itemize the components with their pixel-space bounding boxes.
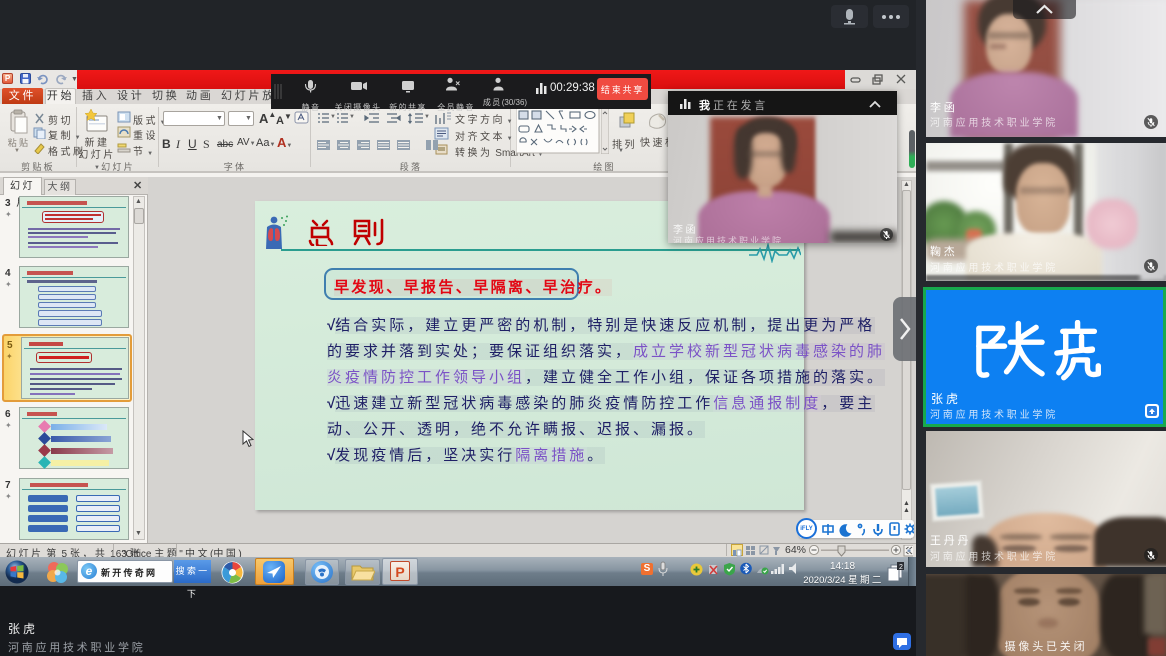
svg-text:2: 2 xyxy=(899,564,903,571)
